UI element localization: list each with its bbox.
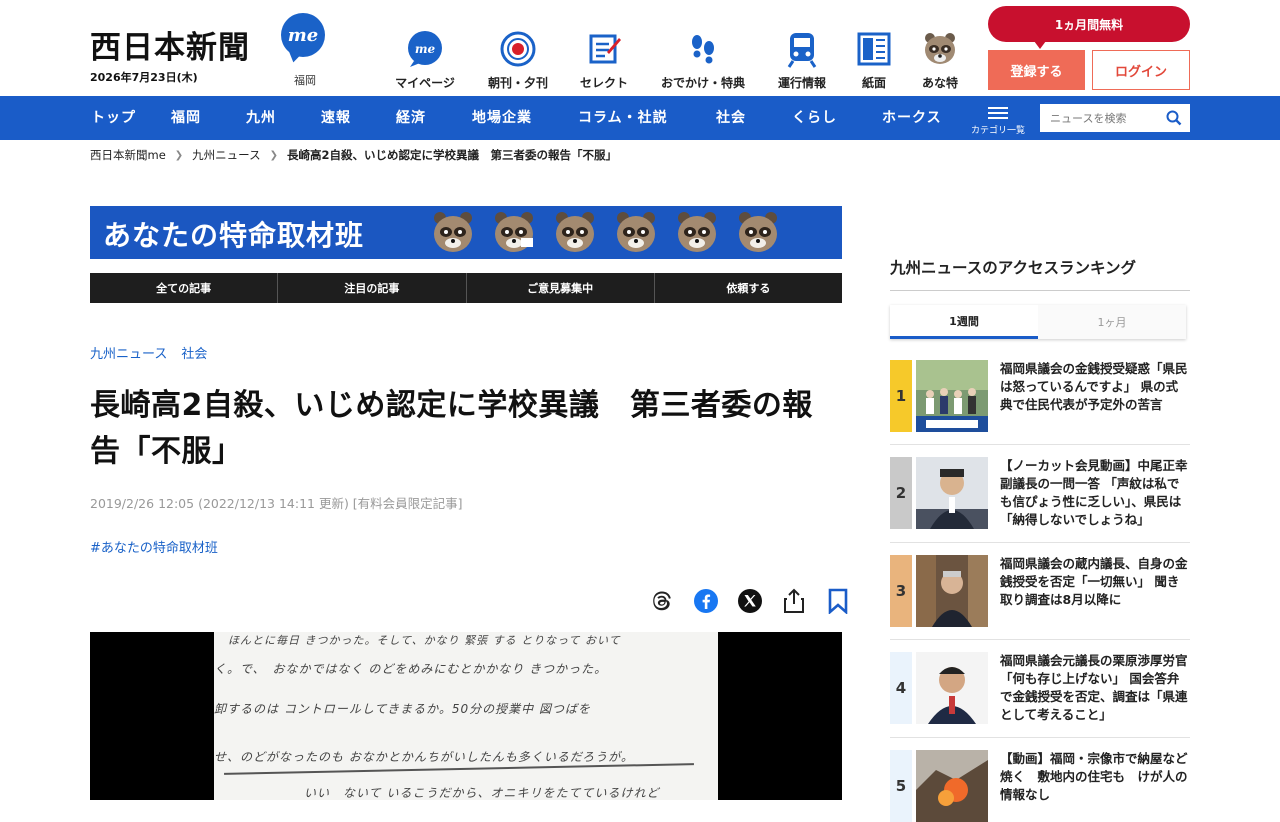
handwritten-note-image: ほんとに毎日 きつかった。そして、かなり 緊張 する とりなって おいて く。で… [214,632,718,800]
rank-number: 5 [890,750,912,822]
tab-one-week[interactable]: 1週間 [890,305,1038,339]
nav-item-breaking[interactable]: 速報 [321,96,351,140]
tanuki-mascot-icon [556,212,594,252]
ranking-separator [890,542,1190,543]
ranking-title: 九州ニュースのアクセスランキング [890,259,1136,277]
tab-request[interactable]: 依頼する [653,273,842,303]
breadcrumb-home[interactable]: 西日本新聞me [90,147,166,163]
search-placeholder: ニュースを検索 [1050,112,1127,125]
banner-title: あなたの特命取材班 [103,219,365,252]
special-team-tabs: 全ての記事 注目の記事 ご意見募集中 依頼する [90,273,842,303]
ranking-separator [890,444,1190,445]
rank-number: 3 [890,555,912,627]
tanuki-mascot-icon [617,212,655,252]
ranking-headline: 福岡県議会の金銭授受疑惑「県民は怒っているんですよ」 県の式典で住民代表が予定外… [1000,361,1188,412]
photo-text-line: せ、のどがなったのも おなかとかんちがいしたんも多くいるだろうが。 [214,750,634,764]
svg-text:me: me [415,42,436,56]
ranking-thumbnail [916,360,988,432]
category-list-button[interactable]: カテゴリ一覧 [970,104,1026,136]
tab-featured-articles[interactable]: 注目の記事 [277,273,465,303]
breadcrumb-current: 長崎高2自殺、いじめ認定に学校異議 第三者委の報告「不服」 [287,148,617,162]
article-meta: 2019/2/26 12:05 (2022/12/13 14:11 更新) [有… [90,496,463,511]
site-header: 西日本新聞 me 2026年7月23日(木) 福岡 me マイページ 朝刊・夕刊… [0,0,1280,96]
tanuki-mascot-icon [739,212,777,252]
me-bubble-icon: me [405,30,445,68]
photo-text-line: いい ないて いるこうだから、オニキリをたてているけれど [304,786,660,800]
photo-text-line: く。で、 おなかではなく のどをめみにむとかかなり きつかった。 [214,662,608,676]
tanuki-mascot-icon [495,212,533,252]
ranking-item[interactable]: 2 【ノーカット会見動画】中尾正幸副議長の一問一答 「声紋は私でも信ぴょう性に乏… [890,457,1190,529]
footprints-icon [683,30,723,68]
share-icon[interactable] [772,585,816,617]
newspaper-icon [498,30,538,68]
select-icon [584,30,624,68]
ranking-divider [890,290,1190,291]
article-photo[interactable]: ほんとに毎日 きつかった。そして、かなり 緊張 する とりなって おいて く。で… [90,632,842,800]
tanuki-mascot-row [430,208,796,258]
ranking-item[interactable]: 4 福岡県議会元議長の栗原渉厚労官「何も存じ上げない」 国会答弁で金銭授受を否定… [890,652,1190,724]
ranking-separator [890,737,1190,738]
ranking-item[interactable]: 1 福岡県議会の金銭授受疑惑「県民は怒っているんですよ」 県の式典で住民代表が予… [890,360,1190,432]
special-team-banner[interactable]: あなたの特命取材班 [90,206,842,259]
rank-number: 1 [890,360,912,432]
search-icon[interactable] [1166,110,1182,129]
region-label[interactable]: 福岡 [294,72,316,88]
ranking-thumbnail [916,555,988,627]
menu-icon [988,107,1008,119]
tab-opinions-wanted[interactable]: ご意見募集中 [465,273,654,303]
rank-number: 4 [890,652,912,724]
chevron-right-icon: ❯ [269,149,278,161]
photo-text-line: ほんとに毎日 きつかった。そして、かなり 緊張 する とりなって おいて [228,634,621,647]
nav-item-column[interactable]: コラム・社説 [578,96,668,140]
nav-item-local-business[interactable]: 地場企業 [472,96,532,140]
register-button[interactable]: 登録する [988,50,1085,90]
bookmark-icon[interactable] [816,585,860,617]
share-buttons [640,585,860,617]
rank-number: 2 [890,457,912,529]
search-input[interactable]: ニュースを検索 [1040,104,1190,132]
nav-item-kyushu[interactable]: 九州 [246,96,276,140]
article-headline: 長崎高2自殺、いじめ認定に学校異議 第三者委の報告「不服」 [90,388,813,469]
nav-item-fukuoka[interactable]: 福岡 [171,96,201,140]
photo-text-line: 卸するのは コントロールしてきまるか。50分の授業中 図つばを [214,702,591,716]
ranking-item[interactable]: 5 【動画】福岡・宗像市で納屋など焼く 敷地内の住宅も けが人の情報なし [890,750,1190,822]
free-trial-banner[interactable]: 1ヵ月間無料 [988,6,1190,49]
tanuki-mascot-icon [678,212,716,252]
ranking-item[interactable]: 3 福岡県議会の蔵内議長、自身の金銭授受を否定「一切無い」 聞き取り調査は8月以… [890,555,1190,627]
category-link-kyushu[interactable]: 九州ニュース [90,347,167,362]
nav-item-life[interactable]: くらし [792,96,837,140]
tanuki-mascot-icon [434,212,472,252]
ranking-separator [890,639,1190,640]
threads-icon[interactable] [640,585,684,617]
tab-one-month[interactable]: 1ヶ月 [1038,305,1186,339]
x-icon[interactable] [728,585,772,617]
current-date: 2026年7月23日(木) [90,71,198,84]
category-link-society[interactable]: 社会 [181,347,207,362]
tanuki-icon [920,30,960,68]
breadcrumb-section[interactable]: 九州ニュース [192,147,260,163]
me-logo-badge[interactable]: me [281,13,325,57]
tab-all-articles[interactable]: 全ての記事 [90,273,277,303]
ranking-thumbnail [916,457,988,529]
ranking-headline: 福岡県議会元議長の栗原渉厚労官「何も存じ上げない」 国会答弁で金銭授受を否定、調… [1000,653,1188,722]
article-hashtag[interactable]: #あなたの特命取材班 [90,537,218,556]
ranking-headline: 【動画】福岡・宗像市で納屋など焼く 敷地内の住宅も けが人の情報なし [1000,751,1188,802]
ranking-tabs: 1週間 1ヶ月 [890,305,1186,339]
facebook-icon[interactable] [684,585,728,617]
article-categories: 九州ニュース 社会 [90,343,221,362]
nav-item-society[interactable]: 社会 [716,96,746,140]
ranking-thumbnail [916,750,988,822]
breadcrumb: 西日本新聞me ❯ 九州ニュース ❯ 長崎高2自殺、いじめ認定に学校異議 第三者… [90,147,617,163]
train-icon [782,30,822,68]
nav-item-hawks[interactable]: ホークス [882,96,942,140]
nav-item-economy[interactable]: 経済 [396,96,426,140]
ranking-headline: 【ノーカット会見動画】中尾正幸副議長の一問一答 「声紋は私でも信ぴょう性に乏しい… [1000,458,1188,527]
nav-item-top[interactable]: トップ [91,96,136,140]
chevron-right-icon: ❯ [174,149,184,161]
site-logo[interactable]: 西日本新聞 [90,22,250,67]
page-icon [854,30,894,68]
ranking-thumbnail [916,652,988,724]
ranking-headline: 福岡県議会の蔵内議長、自身の金銭授受を否定「一切無い」 聞き取り調査は8月以降に [1000,556,1188,607]
login-button[interactable]: ログイン [1092,50,1190,90]
